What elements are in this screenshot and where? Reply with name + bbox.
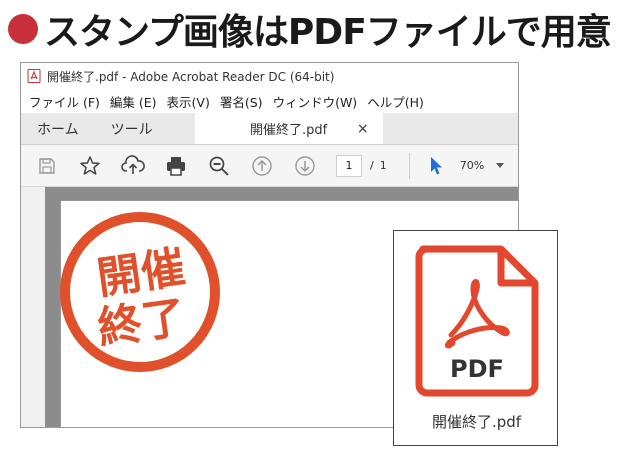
print-button[interactable]: [162, 152, 190, 180]
menu-edit[interactable]: 編集 (E): [110, 92, 157, 111]
pdf-icon-label: PDF: [450, 355, 504, 383]
arrow-down-circle-icon: [295, 155, 315, 176]
next-page-button[interactable]: [291, 152, 319, 180]
star-icon: [80, 155, 100, 175]
arrow-up-circle-icon: [252, 155, 272, 176]
tab-document-label: 開催終了.pdf: [249, 123, 328, 138]
window-title: 開催終了.pdf - Adobe Acrobat Reader DC (64-b…: [47, 69, 335, 84]
prev-page-button[interactable]: [248, 152, 276, 180]
select-tool-button[interactable]: [426, 154, 446, 178]
cursor-arrow-icon: [430, 156, 442, 174]
chevron-down-icon[interactable]: [496, 163, 505, 168]
menu-help[interactable]: ヘルプ(H): [367, 92, 424, 111]
menu-sign[interactable]: 署名(S): [220, 92, 263, 111]
zoom-level[interactable]: 70%: [460, 159, 484, 172]
toolbar: 1 / 1 70%: [21, 145, 518, 187]
pdf-file-icon[interactable]: PDF: [415, 245, 539, 397]
zoom-out-icon: [209, 156, 229, 176]
upload-button[interactable]: [119, 152, 147, 180]
tab-document[interactable]: 開催終了.pdf ×: [194, 113, 383, 144]
stamp-seal: 開催 終了: [60, 212, 220, 372]
cloud-upload-icon: [121, 154, 145, 174]
menu-view[interactable]: 表示(V): [167, 92, 210, 111]
page-top-gutter: [45, 187, 518, 201]
file-icon-card: PDF 開催終了.pdf: [393, 230, 558, 446]
save-icon: [39, 157, 55, 174]
page-separator: /: [370, 159, 374, 172]
red-bullet-icon: [8, 14, 38, 44]
zoom-out-button[interactable]: [205, 152, 233, 180]
page-number-input[interactable]: 1: [336, 154, 362, 177]
save-button[interactable]: [33, 152, 61, 180]
toolbar-divider: [408, 152, 410, 179]
close-icon[interactable]: ×: [357, 121, 369, 137]
bookmark-button[interactable]: [76, 152, 104, 180]
title-bar: 開催終了.pdf - Adobe Acrobat Reader DC (64-b…: [21, 63, 518, 89]
printer-icon: [167, 156, 185, 176]
menu-file[interactable]: ファイル (F): [29, 92, 100, 111]
menu-window[interactable]: ウィンドウ(W): [273, 92, 358, 111]
tab-home[interactable]: ホーム: [21, 113, 95, 144]
file-name-caption: 開催終了.pdf: [431, 413, 522, 431]
tab-bar: ホーム ツール 開催終了.pdf ×: [21, 113, 518, 145]
page-total: 1: [379, 159, 387, 172]
headline-text: スタンプ画像はPDFファイルで用意: [44, 12, 612, 53]
stamp-text-line2: 終了: [95, 292, 189, 355]
menu-bar: ファイル (F) 編集 (E) 表示(V) 署名(S) ウィンドウ(W) ヘルプ…: [21, 89, 518, 113]
headline: スタンプ画像はPDFファイルで用意: [8, 4, 612, 54]
left-rail: [21, 187, 45, 427]
tab-tools[interactable]: ツール: [95, 113, 169, 144]
acrobat-app-icon: [27, 69, 41, 83]
